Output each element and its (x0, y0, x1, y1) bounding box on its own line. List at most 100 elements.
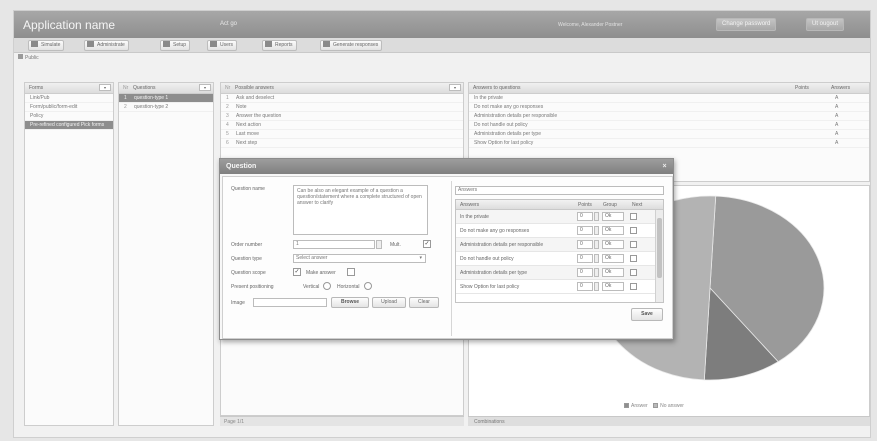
toolbar: Simulate Administrate Setup Users Report… (14, 38, 870, 53)
subtab-public[interactable]: Public (14, 54, 39, 63)
answer-label: Administration details per type (460, 270, 527, 276)
answer-next-checkbox[interactable] (630, 255, 637, 262)
answer-next-checkbox[interactable] (630, 241, 637, 248)
answer-points-input[interactable]: 0 (577, 226, 593, 235)
answer-points-input[interactable]: 0 (577, 212, 593, 221)
answer-next-checkbox[interactable] (630, 213, 637, 220)
possible-answer-item[interactable]: 2 Note (221, 103, 463, 112)
response-row[interactable]: Do not handle out policy A (469, 121, 869, 130)
answer-group-select[interactable]: Ok (602, 254, 624, 263)
image-path-input[interactable] (253, 298, 327, 307)
answer-points-stepper[interactable] (594, 254, 599, 263)
answer-points-stepper[interactable] (594, 226, 599, 235)
form-item[interactable]: Policy (25, 112, 113, 121)
chevron-down-icon: ▾ (419, 255, 422, 261)
possible-answer-item[interactable]: 5 Last move (221, 130, 463, 139)
upload-button[interactable]: Upload (372, 297, 406, 308)
generate-responses-button[interactable]: Generate responses (320, 40, 383, 51)
answer-points-stepper[interactable] (594, 212, 599, 221)
answer-points-stepper[interactable] (594, 240, 599, 249)
form-item-selected[interactable]: Pre-refined configured Pick forms (25, 121, 113, 130)
answer-points-input[interactable]: 0 (577, 240, 593, 249)
answer-points-stepper[interactable] (594, 282, 599, 291)
order-number-stepper[interactable] (376, 240, 382, 249)
question-label: question-type 2 (134, 104, 169, 110)
possible-answer-item[interactable]: 1 Ask and deselect (221, 94, 463, 103)
response-row[interactable]: Do not make any go responses A (469, 103, 869, 112)
order-checkbox[interactable]: ✓ (423, 240, 431, 248)
response-row[interactable]: Administration details per type A (469, 130, 869, 139)
answer-next-checkbox[interactable] (630, 227, 637, 234)
question-name-label: Question name (231, 186, 265, 192)
setup-button[interactable]: Setup (160, 40, 191, 51)
simulate-button[interactable]: Simulate (28, 40, 65, 51)
response-answer: A (835, 113, 839, 119)
scrollbar-thumb[interactable] (657, 218, 662, 278)
response-row[interactable]: Administration details per responsible A (469, 112, 869, 121)
user-info: Welcome, Alexander Postner (558, 22, 623, 28)
answer-group-select[interactable]: Ok (602, 282, 624, 291)
answer-next-checkbox[interactable] (630, 269, 637, 276)
make-answer-checkbox[interactable] (347, 268, 355, 276)
order-number-input[interactable]: 1 (293, 240, 375, 249)
close-icon[interactable]: × (660, 162, 669, 171)
clear-button[interactable]: Clear (409, 297, 439, 308)
question-type-select[interactable]: Select answer ▾ (293, 254, 426, 263)
scope-checkbox[interactable]: ✓ (293, 268, 301, 276)
answer-points-stepper[interactable] (594, 268, 599, 277)
response-row[interactable]: Show Option for last policy A (469, 139, 869, 148)
response-answer: A (835, 95, 839, 101)
answer-row[interactable]: In the private 0 Ok (456, 210, 663, 224)
responses-header: Answers to questions Points Answers (469, 83, 869, 94)
questions-header-label: Questions (133, 85, 156, 91)
answer-row[interactable]: Show Option for last policy 0 Ok (456, 280, 663, 294)
possible-answer-item[interactable]: 6 Next step (221, 139, 463, 148)
answer-group-select[interactable]: Ok (602, 240, 624, 249)
answer-row[interactable]: Administration details per type 0 Ok (456, 266, 663, 280)
answer-points-input[interactable]: 0 (577, 282, 593, 291)
questions-sort-control[interactable]: ▾ (199, 84, 211, 91)
answer-points-input[interactable]: 0 (577, 254, 593, 263)
answers-scrollbar[interactable] (655, 210, 663, 302)
possible-answer-item[interactable]: 3 Answer the question (221, 112, 463, 121)
logout-button[interactable]: Ut ougout (806, 18, 845, 31)
vertical-radio[interactable] (323, 282, 331, 290)
administrate-button[interactable]: Administrate (84, 40, 129, 51)
browse-button[interactable]: Browse (331, 297, 369, 308)
users-button[interactable]: Users (207, 40, 238, 51)
response-answer: A (835, 131, 839, 137)
answer-group-select[interactable]: Ok (602, 226, 624, 235)
question-label: question-type 1 (134, 95, 169, 101)
save-button[interactable]: Save (631, 308, 663, 321)
response-answer: A (835, 104, 839, 110)
answers-search-input[interactable]: Answers (455, 186, 664, 195)
question-item-selected[interactable]: 1 question-type 1 (119, 94, 213, 103)
image-label: Image (231, 300, 245, 306)
dialog-titlebar: Question × (220, 159, 673, 174)
question-item[interactable]: 2 question-type 2 (119, 103, 213, 112)
answer-next-checkbox[interactable] (630, 283, 637, 290)
reports-button[interactable]: Reports (262, 40, 297, 51)
possible-answers-sort-control[interactable]: ▾ (449, 84, 461, 91)
possible-answer-num: 1 (226, 95, 229, 101)
horizontal-label: Horizontal (337, 284, 360, 290)
forms-sort-control[interactable]: ▾ (99, 84, 111, 91)
answer-label: Do not make any go responses (460, 228, 530, 234)
horizontal-radio[interactable] (364, 282, 372, 290)
form-item[interactable]: Form/public/form-edit (25, 103, 113, 112)
chart-legend: Answer No answer (620, 403, 684, 409)
answer-points-input[interactable]: 0 (577, 268, 593, 277)
possible-answer-item[interactable]: 4 Next action (221, 121, 463, 130)
dialog-divider (451, 181, 452, 336)
answer-row[interactable]: Do not make any go responses 0 Ok (456, 224, 663, 238)
answer-row[interactable]: Do not handle out policy 0 Ok (456, 252, 663, 266)
answer-group-select[interactable]: Ok (602, 212, 624, 221)
possible-answer-label: Next step (236, 140, 258, 146)
answer-group-select[interactable]: Ok (602, 268, 624, 277)
answer-row[interactable]: Administration details per responsible 0 O… (456, 238, 663, 252)
change-password-button[interactable]: Change password (716, 18, 777, 31)
question-name-textarea[interactable]: Can be also an elegant example of a ques… (293, 185, 428, 235)
form-item[interactable]: Link/Pub (25, 94, 113, 103)
response-row[interactable]: In the private A (469, 94, 869, 103)
points-column-header: Points (795, 85, 809, 91)
